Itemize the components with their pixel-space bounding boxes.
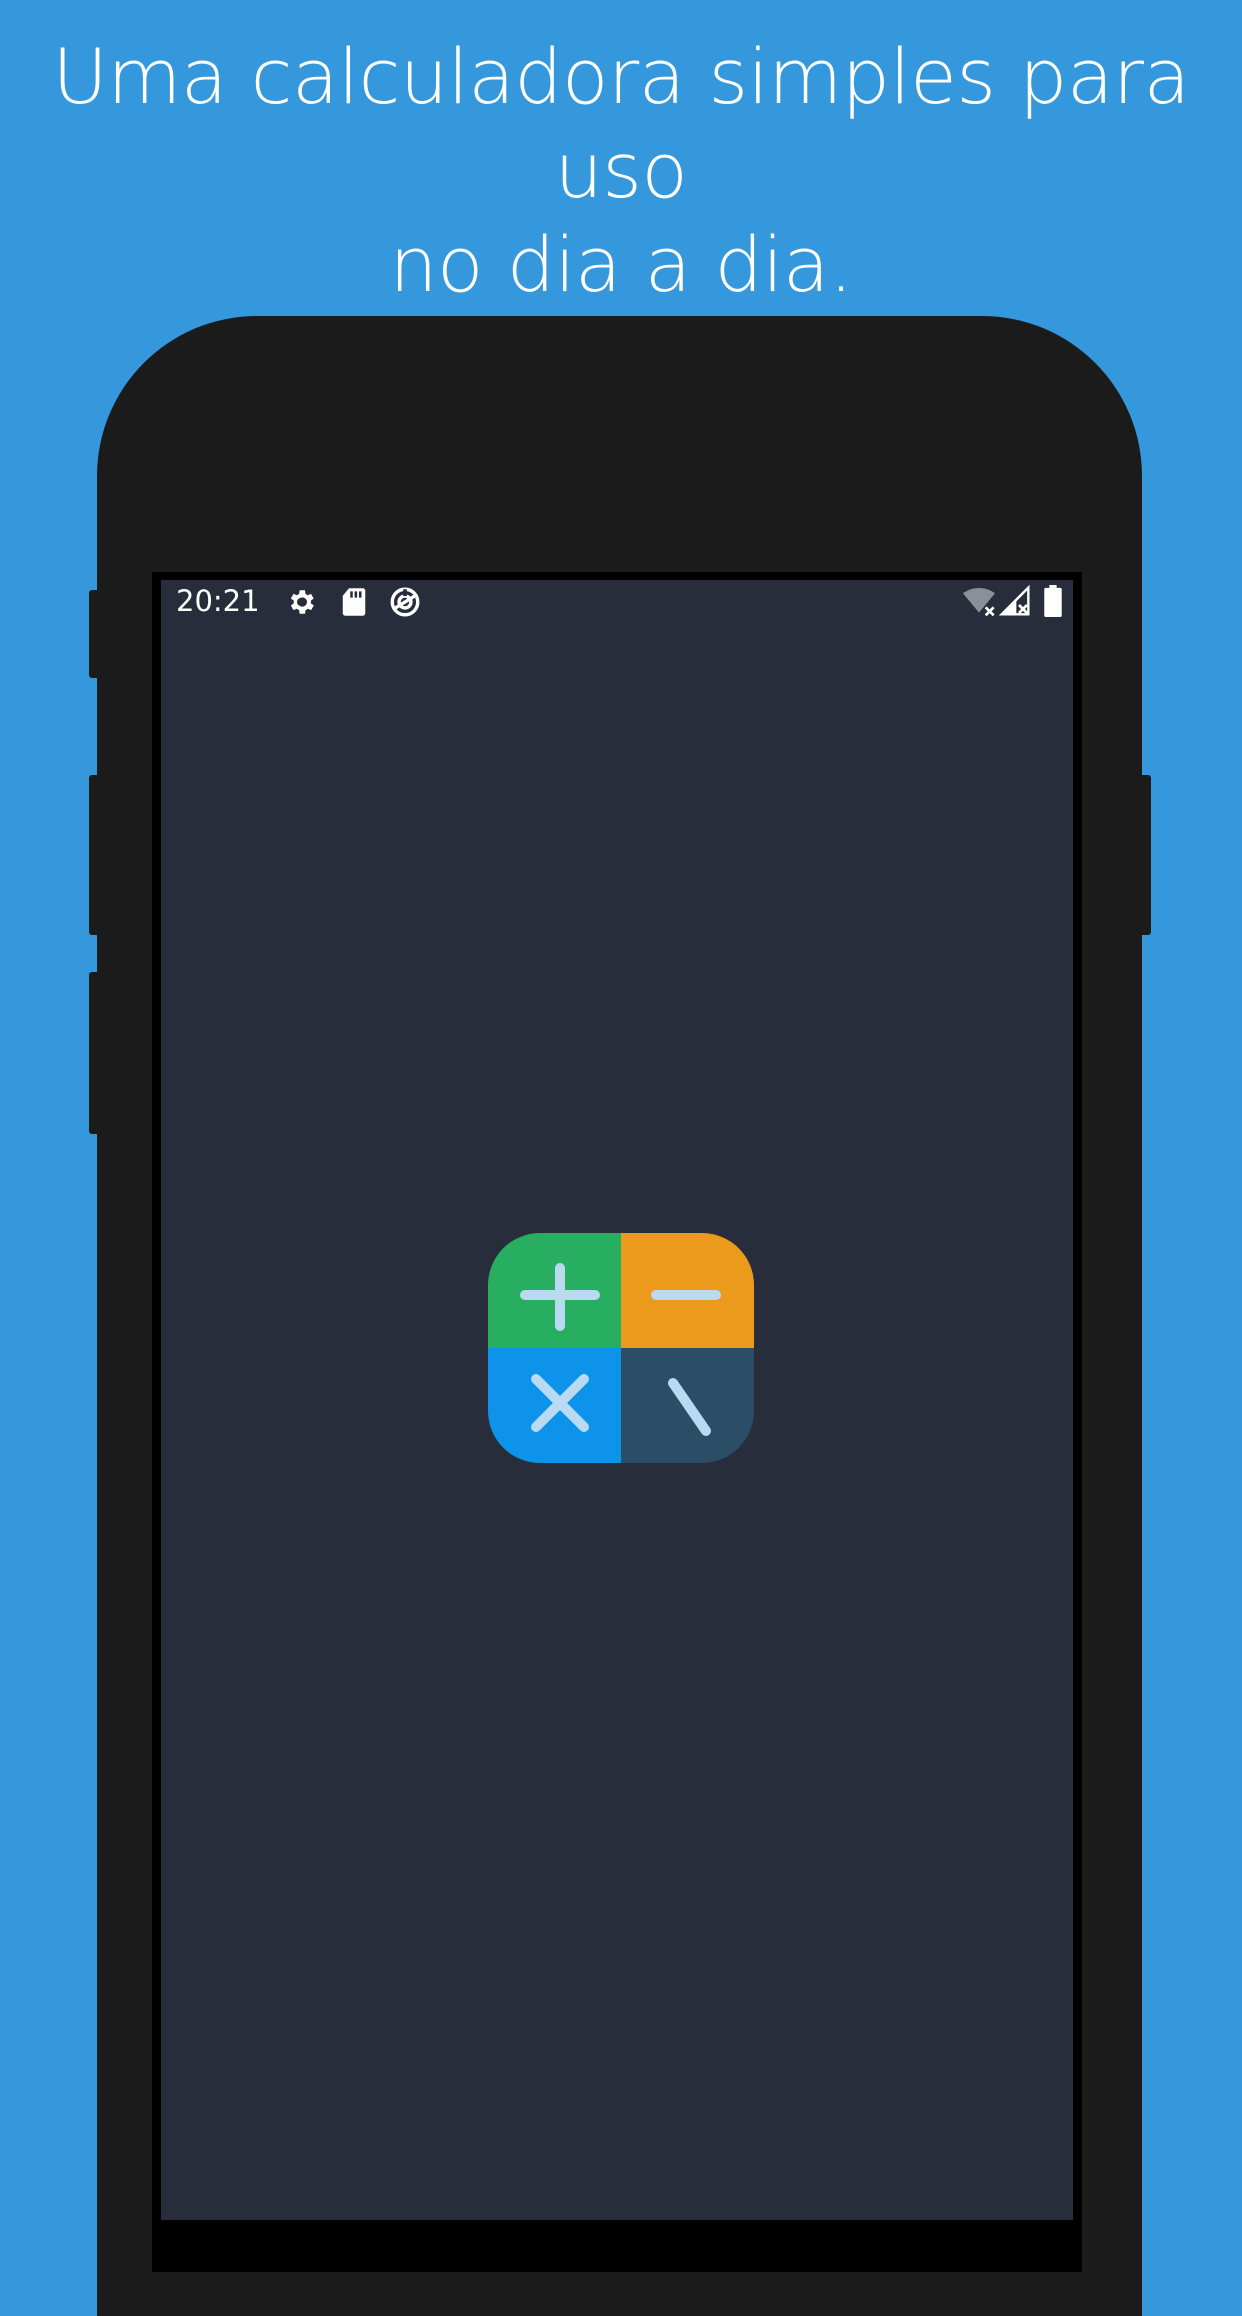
headline: Uma calculadora simples para uso no dia … [0,30,1242,312]
phone-screen: 20:21 [161,580,1073,2220]
signal-off-icon [998,584,1031,622]
status-bar-time: 20:21 [176,584,260,618]
headline-line-2: no dia a dia. [389,220,853,309]
calculator-app-icon [488,1233,754,1463]
headline-line-1: Uma calculadora simples para uso [52,32,1190,215]
sd-card-icon [341,587,367,621]
wifi-off-icon [961,586,997,622]
battery-icon [1044,585,1062,621]
status-bar: 20:21 [161,580,1073,622]
gear-icon [285,586,317,622]
data-saver-icon [388,585,422,623]
